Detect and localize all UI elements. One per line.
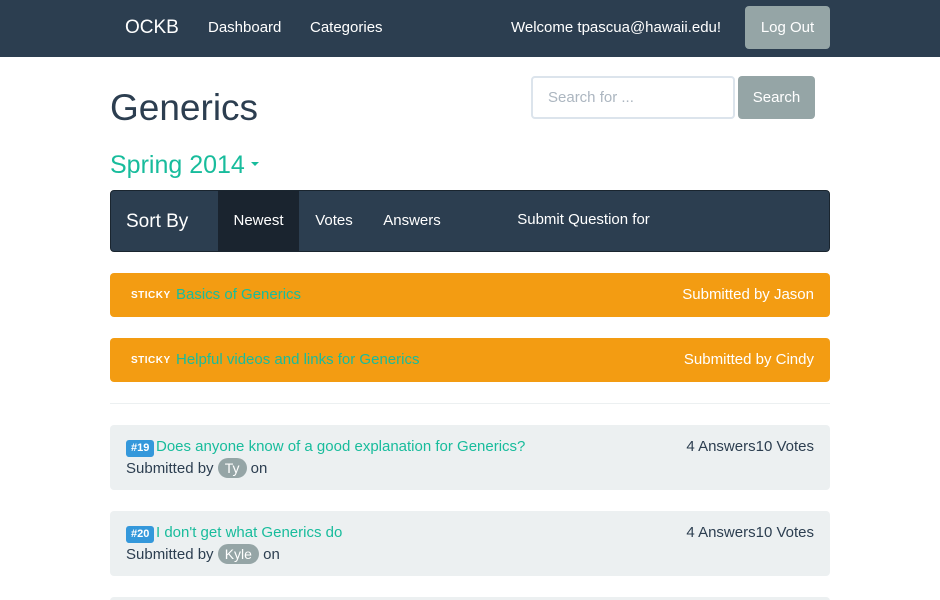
- sticky-badge: STICKY: [131, 355, 171, 366]
- question-id-badge: #20: [126, 526, 155, 543]
- sticky-submitted-by: Submitted by Jason: [682, 286, 814, 303]
- votes-count: 10 Votes: [755, 438, 814, 455]
- submit-question-link[interactable]: Submit Question for Generics: [486, 190, 681, 288]
- sort-tab-votes[interactable]: Votes: [299, 191, 369, 251]
- question-stats: 4 Answers10 Votes: [686, 438, 814, 455]
- submitted-suffix: on: [250, 459, 268, 477]
- question-row: #20 I don't get what Generics do 4 Answe…: [110, 511, 830, 576]
- sort-by-label: Sort By: [126, 211, 189, 232]
- votes-count: 10 Votes: [755, 524, 814, 541]
- navbar: OCKB Dashboard Categories Welcome tpascu…: [0, 0, 940, 57]
- question-submitted: Submitted by Ty on: [126, 458, 268, 479]
- sticky-row: STICKY Basics of Generics Submitted by J…: [110, 273, 830, 317]
- sort-tab-newest[interactable]: Newest: [218, 191, 299, 251]
- nav-categories-link[interactable]: Categories: [310, 19, 383, 36]
- sort-bar: Sort By Newest Votes Answers Submit Ques…: [110, 190, 830, 288]
- sticky-submitted-by: Submitted by Cindy: [683, 351, 814, 368]
- page-title: Generics: [110, 87, 259, 128]
- caret-down-icon: [250, 162, 259, 167]
- sticky-title-link[interactable]: Helpful videos and links for Generics: [176, 351, 419, 368]
- question-title-link[interactable]: I don't get what Generics do: [156, 524, 342, 541]
- submitted-prefix: Submitted by: [126, 545, 214, 563]
- divider: [110, 403, 830, 404]
- answers-count: 4 Answers: [686, 438, 756, 455]
- search-input[interactable]: [531, 76, 735, 119]
- semester-label: Spring 2014: [110, 151, 245, 179]
- logout-button[interactable]: Log Out: [745, 6, 830, 49]
- search-button[interactable]: Search: [738, 76, 815, 119]
- sticky-badge: STICKY: [131, 290, 171, 301]
- sticky-row: STICKY Helpful videos and links for Gene…: [110, 338, 830, 382]
- sort-tab-answers[interactable]: Answers: [369, 191, 455, 251]
- user-badge[interactable]: Ty: [217, 458, 247, 478]
- nav-dashboard-link[interactable]: Dashboard: [208, 19, 281, 36]
- question-stats: 4 Answers10 Votes: [686, 524, 814, 541]
- sticky-title-link[interactable]: Basics of Generics: [176, 286, 301, 303]
- brand-link[interactable]: OCKB: [125, 17, 179, 39]
- submitted-prefix: Submitted by: [126, 459, 214, 477]
- question-id-badge: #19: [126, 440, 155, 457]
- submitted-suffix: on: [263, 545, 280, 563]
- answers-count: 4 Answers: [686, 524, 756, 541]
- question-submitted: Submitted by Kyle on: [126, 544, 280, 565]
- question-title-link[interactable]: Does anyone know of a good explanation f…: [156, 438, 525, 455]
- welcome-text: Welcome tpascua@hawaii.edu!: [511, 19, 722, 36]
- question-row: #19 Does anyone know of a good explanati…: [110, 425, 830, 490]
- semester-dropdown[interactable]: Spring 2014: [110, 151, 259, 180]
- user-badge[interactable]: Kyle: [217, 544, 259, 564]
